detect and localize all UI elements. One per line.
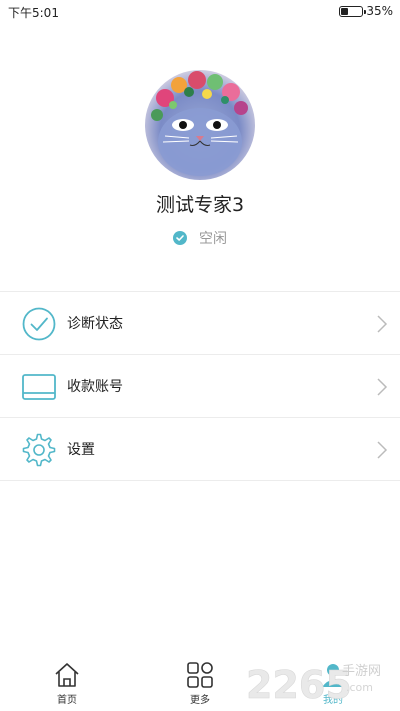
card-icon bbox=[22, 374, 56, 400]
status-row: 空闲 bbox=[0, 228, 400, 248]
menu-item-settings[interactable]: 设置 bbox=[0, 418, 400, 481]
avatar[interactable] bbox=[145, 70, 255, 180]
nav-label: 首页 bbox=[57, 695, 77, 706]
grid-icon bbox=[187, 662, 213, 688]
status-label: 空闲 bbox=[199, 231, 227, 247]
battery-percent: 35% bbox=[366, 4, 393, 18]
nav-more[interactable]: 更多 bbox=[170, 661, 230, 711]
menu-label: 收款账号 bbox=[67, 379, 123, 395]
battery-icon bbox=[339, 6, 366, 17]
chevron-right-icon bbox=[377, 441, 388, 459]
check-circle-icon bbox=[22, 307, 56, 341]
nav-mine[interactable]: 我的 bbox=[303, 661, 363, 711]
chevron-right-icon bbox=[377, 378, 388, 396]
status-check-icon bbox=[173, 231, 187, 245]
chevron-right-icon bbox=[377, 315, 388, 333]
nav-label: 更多 bbox=[190, 695, 210, 706]
bottom-nav: 首页 更多 我的 bbox=[0, 655, 400, 711]
profile-icon bbox=[322, 664, 344, 687]
status-time: 下午5:01 bbox=[8, 6, 59, 20]
menu-label: 设置 bbox=[67, 442, 95, 458]
profile-name: 测试专家3 bbox=[155, 194, 245, 216]
battery-level bbox=[341, 8, 348, 15]
gear-icon bbox=[22, 433, 56, 467]
status-bar: 下午5:01 35% bbox=[0, 0, 400, 24]
nav-label: 我的 bbox=[323, 695, 343, 706]
menu-label: 诊断状态 bbox=[67, 316, 123, 332]
menu-list: 诊断状态 收款账号 设置 bbox=[0, 291, 400, 481]
menu-item-diagnosis-status[interactable]: 诊断状态 bbox=[0, 292, 400, 355]
home-icon bbox=[55, 663, 79, 687]
menu-item-payment-account[interactable]: 收款账号 bbox=[0, 355, 400, 418]
avatar-image bbox=[145, 70, 255, 180]
nav-home[interactable]: 首页 bbox=[37, 661, 97, 711]
